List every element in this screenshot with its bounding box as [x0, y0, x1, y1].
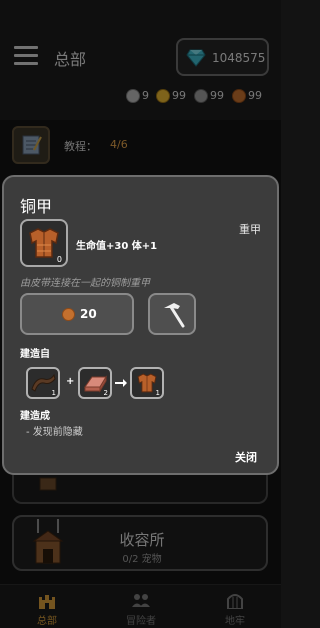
builds-into-label: 建造成: [20, 411, 50, 422]
item-description: 由皮带连接在一起的铜制重甲: [20, 278, 150, 289]
craft-cost: 20: [80, 307, 97, 321]
copper-coin-icon: [62, 308, 75, 321]
item-stats: 生命值+30 体+1: [76, 241, 158, 252]
item-category: 重甲: [239, 223, 261, 236]
result-count: 1: [155, 389, 160, 397]
plus-sign: +: [66, 376, 75, 387]
crafted-from-label: 建造自: [20, 349, 50, 360]
result-slot[interactable]: 1: [130, 367, 164, 399]
builds-into-item: - 发现前隐藏: [26, 427, 83, 438]
ingredient-slot[interactable]: 2: [78, 367, 112, 399]
hammer-icon: [164, 303, 185, 328]
craft-hammer-button[interactable]: [148, 293, 196, 335]
ingredient-count: 1: [51, 389, 56, 397]
ingredient-slot[interactable]: 1: [26, 367, 60, 399]
ingredient-count: 2: [103, 389, 108, 397]
item-count: 0: [56, 255, 62, 264]
craft-cost-button[interactable]: 20: [20, 293, 134, 335]
close-button[interactable]: 关闭: [235, 449, 257, 465]
item-name: 铜甲: [20, 197, 53, 216]
item-slot: 0: [20, 219, 68, 267]
item-detail-popup: 铜甲 0 生命值+30 体+1 重甲 由皮带连接在一起的铜制重甲 20 建造自 …: [2, 175, 279, 475]
arrow-right-icon: [115, 379, 127, 387]
